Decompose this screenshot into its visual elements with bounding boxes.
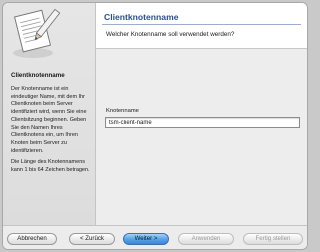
button-bar: Abbrechen < Zurück Weiter > Anwenden Fer… [3,225,307,249]
cancel-button[interactable]: Abbrechen [7,233,57,245]
wizard-window: Clientknotenname Der Knotenname ist ein … [2,2,308,250]
node-name-input[interactable] [105,117,300,128]
apply-button[interactable]: Anwenden [178,233,234,245]
wizard-header: Clientknotenname Welcher Knotenname soll… [96,3,307,49]
sidebar-description: Der Knotenname ist ein eindeutiger Name,… [11,86,87,154]
node-name-label: Knotenname [106,108,139,114]
next-button[interactable]: Weiter > [123,233,169,245]
sidebar-title: Clientknotenname [11,72,65,79]
sidebar-length-hint: Die Länge des Knotennamens kann 1 bis 64… [11,159,90,173]
wizard-sidebar: Clientknotenname Der Knotenname ist ein … [3,3,96,225]
finish-button[interactable]: Fertig stellen [243,233,303,245]
title-divider [102,24,301,25]
back-button[interactable]: < Zurück [69,233,115,245]
page-question: Welcher Knotenname soll verwendet werden… [106,31,235,38]
document-pencil-icon [13,8,61,58]
page-title: Clientknotenname [104,12,179,22]
